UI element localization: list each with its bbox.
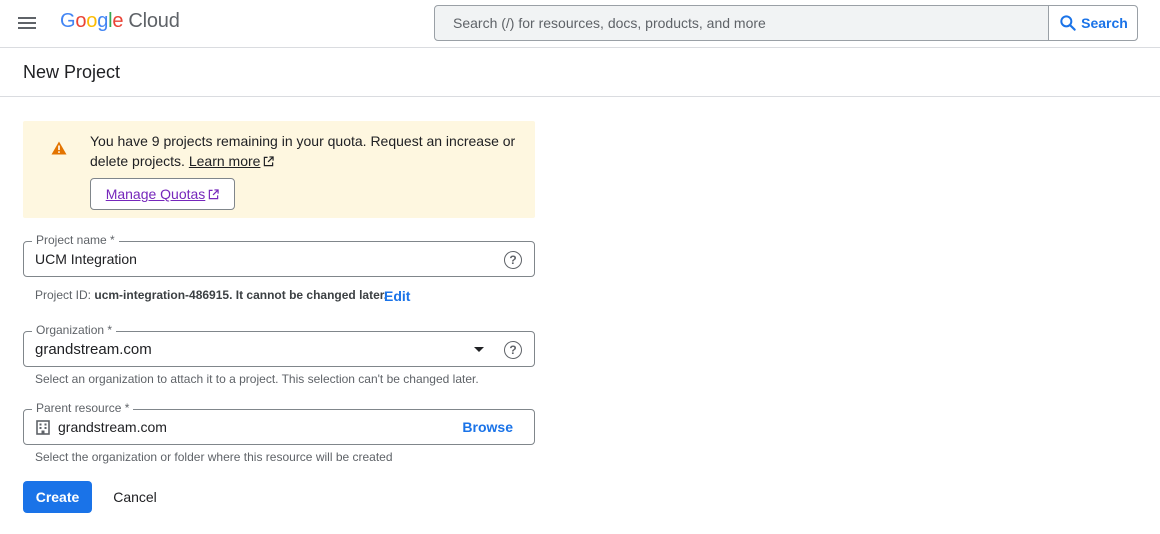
help-icon[interactable]: ?	[504, 341, 522, 359]
search-icon	[1060, 15, 1076, 31]
organization-label: Organization *	[32, 323, 117, 337]
parent-resource-value: grandstream.com	[58, 419, 167, 435]
quota-message: You have 9 projects remaining in your qu…	[90, 131, 520, 171]
search-button-label: Search	[1081, 15, 1128, 31]
organization-select[interactable]: Organization * grandstream.com ?	[23, 323, 535, 367]
search-input[interactable]	[435, 6, 1049, 40]
google-logo-text: Google	[60, 10, 124, 32]
project-name-field[interactable]: Project name * UCM Integration ?	[23, 233, 535, 277]
search-button[interactable]: Search	[1048, 6, 1137, 40]
google-logo-letter: e	[112, 10, 124, 32]
parent-resource-hint: Select the organization or folder where …	[35, 450, 393, 464]
learn-more-label: Learn more	[188, 153, 261, 169]
organization-building-icon	[36, 420, 50, 435]
project-name-input[interactable]: UCM Integration	[35, 251, 137, 268]
parent-resource-label: Parent resource *	[32, 401, 134, 415]
organization-value: grandstream.com	[35, 341, 152, 358]
google-logo-letter: o	[75, 10, 87, 32]
help-icon[interactable]: ?	[504, 251, 522, 269]
google-cloud-logo[interactable]: Google Cloud	[60, 10, 180, 33]
warning-icon	[51, 141, 67, 155]
project-id-hint: Project ID: ucm-integration-486915. It c…	[35, 288, 387, 302]
project-id-value: ucm-integration-486915.	[94, 288, 233, 302]
create-button[interactable]: Create	[23, 481, 92, 513]
google-logo-letter: G	[60, 10, 76, 32]
external-link-icon	[209, 188, 219, 199]
google-logo-letter: o	[86, 10, 98, 32]
quota-message-text: You have 9 projects remaining in your qu…	[90, 133, 516, 169]
hamburger-menu-icon[interactable]	[10, 6, 46, 42]
manage-quotas-label: Manage Quotas	[105, 186, 206, 202]
project-id-prefix: Project ID:	[35, 288, 92, 302]
browse-button[interactable]: Browse	[462, 419, 513, 435]
learn-more-link[interactable]: Learn more	[189, 153, 275, 169]
search-bar: Search	[434, 5, 1138, 41]
project-id-suffix: It cannot be changed later.	[235, 288, 388, 302]
cancel-button[interactable]: Cancel	[102, 481, 168, 513]
manage-quotas-button[interactable]: Manage Quotas	[90, 178, 235, 210]
quota-warning-banner: You have 9 projects remaining in your qu…	[23, 121, 535, 218]
top-app-bar: Google Cloud Search	[0, 0, 1160, 48]
external-link-icon	[264, 156, 275, 167]
google-logo-letter: g	[97, 10, 109, 32]
organization-hint: Select an organization to attach it to a…	[35, 372, 479, 386]
parent-resource-field[interactable]: Parent resource * grandstream.com Browse	[23, 401, 535, 445]
page-header: New Project	[0, 48, 1160, 97]
edit-project-id-button[interactable]: Edit	[384, 288, 410, 304]
page-title: New Project	[23, 62, 121, 82]
dropdown-arrow-icon[interactable]	[474, 347, 484, 352]
cloud-logo-text: Cloud	[128, 10, 180, 32]
project-name-label: Project name *	[32, 233, 119, 247]
